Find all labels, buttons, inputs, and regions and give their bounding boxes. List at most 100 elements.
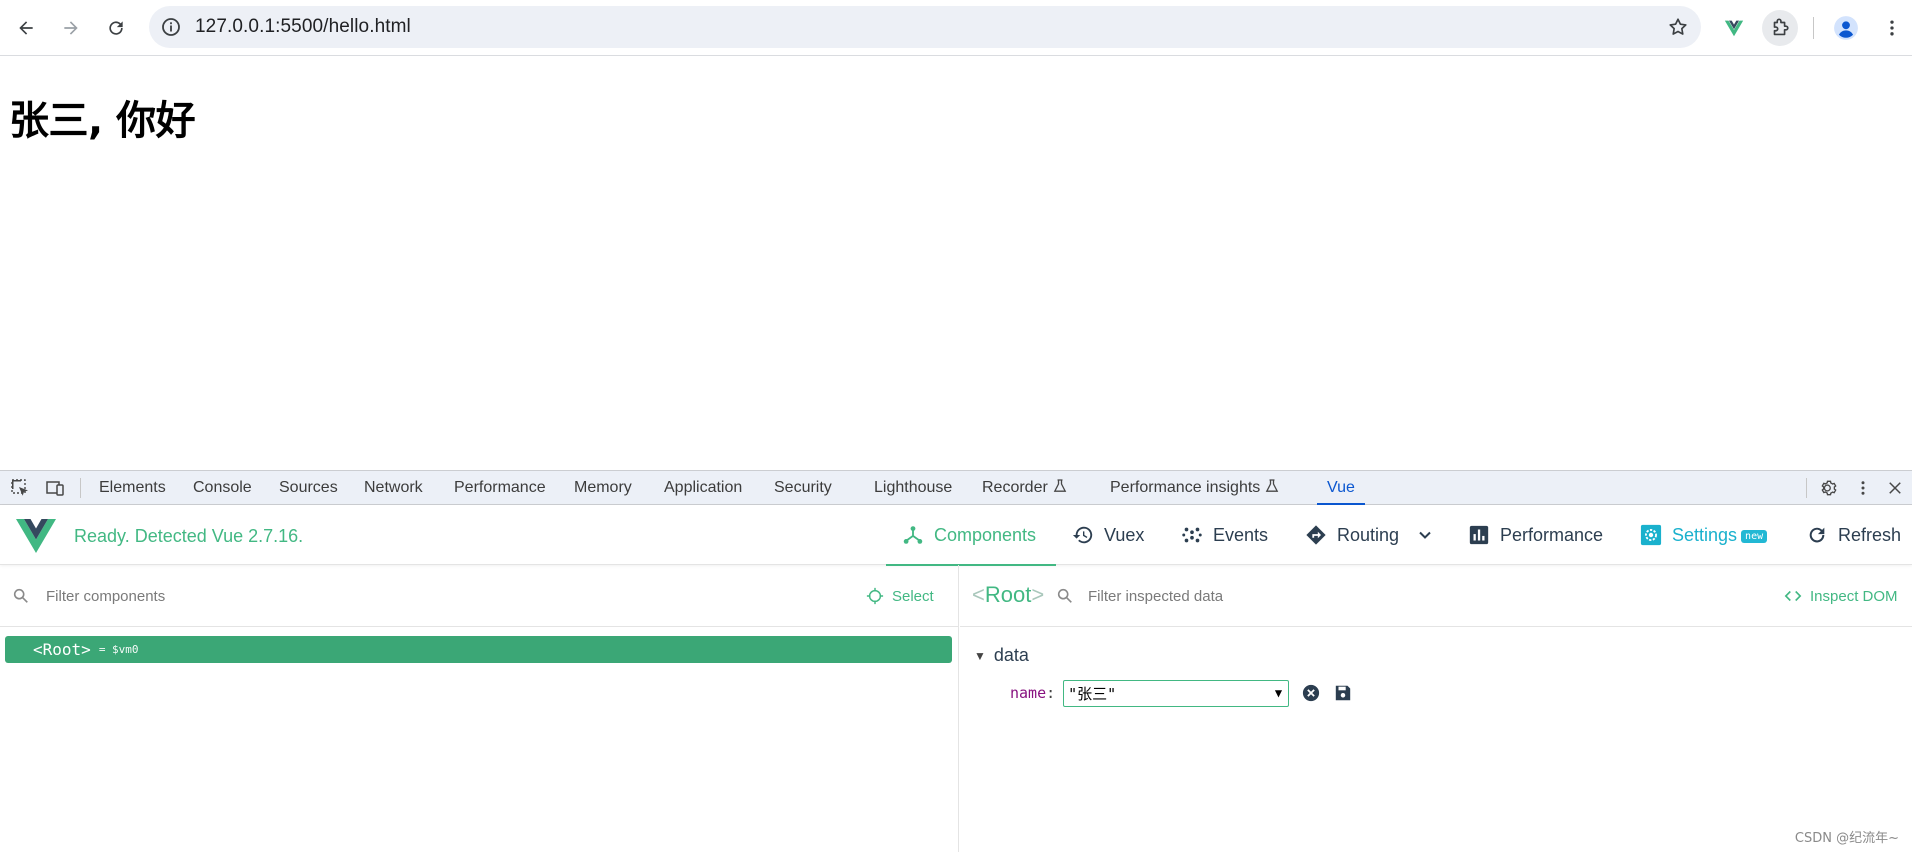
cancel-edit-button[interactable] <box>1301 683 1321 703</box>
tab-components-label: Components <box>934 524 1037 545</box>
tab-security[interactable]: Security <box>774 471 832 505</box>
profile-button[interactable] <box>1828 10 1864 46</box>
page-greeting-heading: 张三, 你好 <box>9 98 196 144</box>
csdn-watermark: CSDN @纪流年~ <box>1794 831 1899 846</box>
reload-icon <box>109 21 123 35</box>
tab-vuex[interactable]: Vuex <box>1072 505 1144 565</box>
tabbar-separator <box>80 478 81 498</box>
root-vm-ref: = $vm0 <box>98 643 139 656</box>
tab-events-label: Events <box>1213 524 1269 545</box>
close-icon <box>1889 482 1901 494</box>
select-component-button[interactable]: Select <box>866 583 934 609</box>
component-tree-pane: Select <Root> = $vm0 <box>0 565 959 852</box>
tab-lighthouse[interactable]: Lighthouse <box>874 471 952 505</box>
component-inspector-pane: <Root> Inspect DOM ▼ data name : "张三" ▼ <box>960 565 1912 852</box>
tab-performance-vue-label: Performance <box>1500 524 1604 545</box>
title-open-bracket: < <box>972 582 985 607</box>
inspected-component-title: <Root> <box>972 565 1044 625</box>
filter-inspected-data-input[interactable] <box>1088 583 1648 609</box>
filter-components-input[interactable] <box>46 583 606 609</box>
device-toolbar-button[interactable] <box>44 477 66 499</box>
tab-elements[interactable]: Elements <box>99 471 166 505</box>
more-vert-icon <box>1861 481 1865 495</box>
events-dots-icon <box>1182 527 1202 543</box>
tab-vue[interactable]: Vue <box>1317 471 1365 505</box>
toolbar-divider <box>1813 17 1814 39</box>
tab-performance-vue[interactable]: Performance <box>1468 505 1603 565</box>
address-bar[interactable]: 127.0.0.1:5500/hello.html <box>149 6 1701 48</box>
search-icon <box>13 588 28 603</box>
component-tree-row-root[interactable]: <Root> = $vm0 <box>5 636 952 663</box>
root-component-tag: <Root> <box>33 640 91 659</box>
vue-extension-button[interactable] <box>1716 10 1752 46</box>
directions-icon <box>1306 525 1326 545</box>
reload-button[interactable] <box>98 10 134 46</box>
tab-settings-label: Settings new <box>1672 524 1768 546</box>
property-value-text[interactable]: "张三" <box>1068 683 1116 704</box>
flask-icon <box>1053 479 1067 492</box>
devtools-panel: Elements Console Sources Network Perform… <box>0 470 1912 852</box>
devtools-close-button[interactable] <box>1884 477 1906 499</box>
url-text[interactable]: 127.0.0.1:5500/hello.html <box>195 6 411 48</box>
more-vert-icon <box>1890 20 1894 36</box>
data-property-row: name : "张三" ▼ <box>1010 679 1353 707</box>
tab-performance[interactable]: Performance <box>454 471 546 505</box>
tab-settings[interactable]: Settings new <box>1640 505 1768 565</box>
extensions-button[interactable] <box>1762 10 1798 46</box>
vue-logo-icon <box>16 519 56 553</box>
tabbar-separator <box>1806 478 1807 498</box>
page-viewport: 张三, 你好 <box>0 56 1912 470</box>
components-tree-icon <box>903 526 923 544</box>
data-section-toggle[interactable]: ▼ data <box>974 645 1029 666</box>
star-icon[interactable] <box>1667 16 1689 38</box>
browser-menu-button[interactable] <box>1874 10 1910 46</box>
save-edit-button[interactable] <box>1333 683 1353 703</box>
tab-events[interactable]: Events <box>1181 505 1268 565</box>
back-button[interactable] <box>8 10 44 46</box>
tab-routing[interactable]: Routing <box>1305 505 1435 565</box>
site-info-icon[interactable] <box>161 17 181 37</box>
flask-icon <box>1266 479 1279 492</box>
caret-down-icon: ▼ <box>974 648 986 663</box>
tag-open-bracket: < <box>33 640 43 659</box>
root-component-name: Root <box>42 640 82 659</box>
crosshair-icon <box>866 587 884 605</box>
devtools-more-button[interactable] <box>1852 477 1874 499</box>
tab-components[interactable]: Components <box>886 505 1056 566</box>
vue-devtools-header: Ready. Detected Vue 2.7.16. Components V… <box>0 505 1912 566</box>
tab-settings-text: Settings <box>1672 524 1738 545</box>
property-key: name <box>1010 684 1047 702</box>
profile-avatar-icon <box>1834 16 1858 40</box>
tab-memory[interactable]: Memory <box>574 471 632 505</box>
tab-performance-insights[interactable]: Performance insights <box>1110 471 1279 505</box>
inspect-element-button[interactable] <box>9 477 31 499</box>
tab-console[interactable]: Console <box>193 471 252 505</box>
property-colon: : <box>1046 684 1056 702</box>
tab-routing-label: Routing <box>1337 524 1400 545</box>
browser-toolbar: 127.0.0.1:5500/hello.html <box>0 0 1912 56</box>
refresh-button[interactable]: Refresh <box>1806 505 1901 565</box>
back-arrow-icon <box>19 21 33 35</box>
tab-network[interactable]: Network <box>364 471 423 505</box>
dropdown-arrow-icon[interactable]: ▼ <box>1275 686 1282 700</box>
forward-arrow-icon <box>64 21 78 35</box>
property-value-editor[interactable]: "张三" ▼ <box>1063 679 1290 707</box>
puzzle-extensions-icon <box>1773 18 1789 36</box>
forward-button[interactable] <box>53 10 89 46</box>
select-label: Select <box>892 587 934 605</box>
devtools-settings-button[interactable] <box>1818 477 1840 499</box>
component-filter-bar: Select <box>0 565 958 627</box>
gear-icon <box>1821 480 1837 496</box>
tab-sources[interactable]: Sources <box>279 471 338 505</box>
devtools-tabbar: Elements Console Sources Network Perform… <box>0 471 1912 505</box>
title-close-bracket: > <box>1031 582 1045 607</box>
tab-recorder[interactable]: Recorder <box>982 471 1067 505</box>
close-circle-icon <box>1303 684 1320 702</box>
new-badge: new <box>1741 529 1768 543</box>
inspector-header: <Root> Inspect DOM <box>960 565 1912 627</box>
device-toggle-icon <box>46 481 64 496</box>
tab-application[interactable]: Application <box>664 471 742 505</box>
inspect-dom-button[interactable]: Inspect DOM <box>1784 583 1898 609</box>
title-component-name: Root <box>984 582 1032 607</box>
settings-gear-icon <box>1640 524 1662 546</box>
